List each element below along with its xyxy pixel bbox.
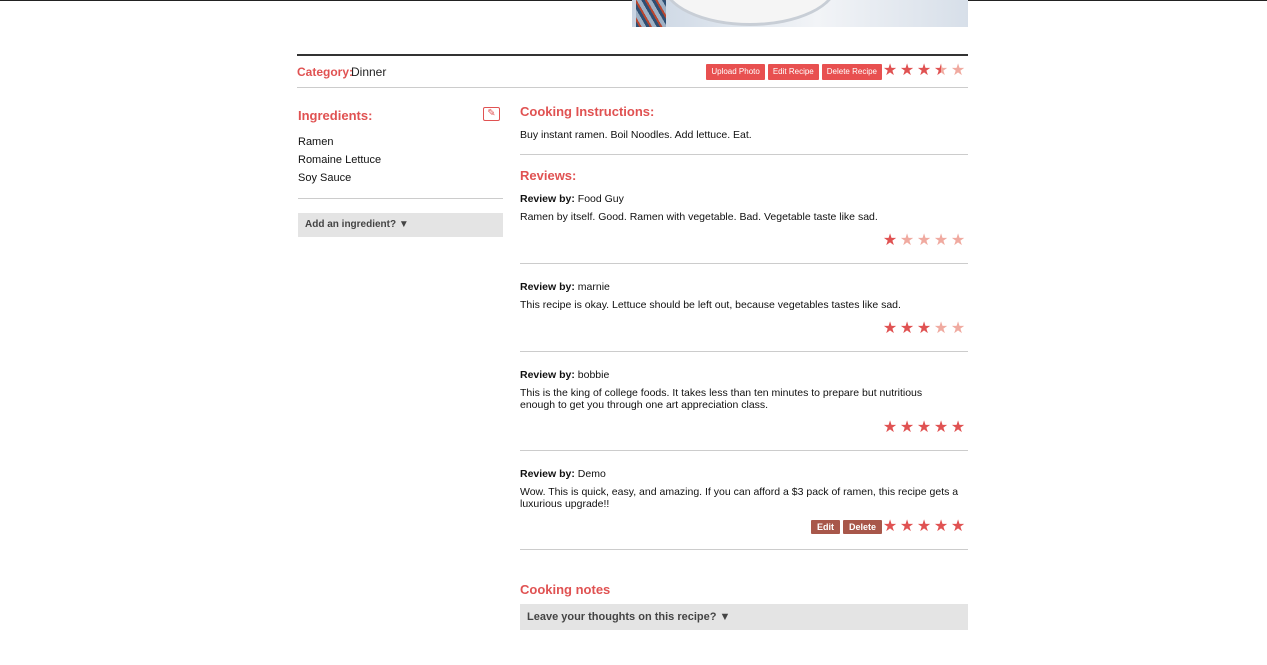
star-icon: ★ [933,518,949,535]
category-row: Category: Dinner Upload Photo Edit Recip… [297,63,968,87]
star-icon: ★ [899,320,915,337]
recipe-rating[interactable]: ★ ★ ★ ★ ★ [882,63,966,79]
review-by-label: Review by: [520,281,575,293]
review-item: Review by: Food Guy Ramen by itself. Goo… [520,193,968,249]
cooking-notes-title: Cooking notes [520,582,611,597]
review-divider [520,549,968,550]
review-item: Review by: Demo Wow. This is quick, easy… [520,468,968,535]
instructions-divider [520,154,968,155]
star-icon[interactable]: ★ [916,63,932,79]
star-icon: ★ [916,518,932,535]
review-author: marnie [577,281,610,293]
review-by-label: Review by: [520,369,575,381]
review-text: This recipe is okay. Lettuce should be l… [520,299,901,311]
review-text: Wow. This is quick, easy, and amazing. I… [520,486,959,510]
review-author: bobbie [577,369,610,381]
add-ingredient-toggle[interactable]: Add an ingredient? ▼ [298,213,503,237]
star-icon: ★ [916,320,932,337]
star-icon: ★ [899,518,915,535]
star-icon: ★ [899,232,915,249]
review-text: Ramen by itself. Good. Ramen with vegeta… [520,211,878,223]
delete-review-button[interactable]: Delete [842,520,882,534]
review-item: Review by: marnie This recipe is okay. L… [520,281,968,337]
review-divider [520,263,968,264]
edit-review-button[interactable]: Edit [810,520,840,534]
delete-recipe-button[interactable]: Delete Recipe [821,64,882,80]
star-icon[interactable]: ★ [882,63,898,79]
reviews-title: Reviews: [520,168,577,183]
cooking-notes-toggle[interactable]: Leave your thoughts on this recipe? ▼ [520,604,968,630]
upload-photo-button[interactable]: Upload Photo [706,64,765,80]
review-rating: ★ ★ ★ ★ ★ [882,519,966,535]
star-icon[interactable]: ★ [899,63,915,79]
star-icon: ★ [916,419,932,436]
recipe-photo [632,0,968,27]
edit-recipe-button[interactable]: Edit Recipe [767,64,819,80]
star-icon: ★ [882,419,898,436]
star-icon: ★ [916,232,932,249]
star-icon: ★ [882,518,898,535]
review-author: Food Guy [577,193,624,205]
review-divider [520,351,968,352]
review-actions: Edit Delete [810,520,882,534]
star-icon: ★ [933,419,949,436]
review-text: This is the king of college foods. It ta… [520,387,923,411]
star-icon: ★ [950,320,966,337]
ingredients-divider [298,198,503,199]
recipe-actions: Upload Photo Edit Recipe Delete Recipe [706,64,882,80]
star-icon: ★ [933,320,949,337]
ingredients-title: Ingredients: [298,108,373,123]
star-icon[interactable]: ★ [933,63,949,79]
instructions-title: Cooking Instructions: [520,104,655,119]
star-icon: ★ [950,518,966,535]
review-divider [520,450,968,451]
ingredient-list: Ramen Romaine Lettuce Soy Sauce [298,135,381,189]
pencil-icon[interactable]: ✎ [483,107,500,121]
ingredient-item: Romaine Lettuce [298,154,382,166]
ingredient-item: Ramen [298,136,334,148]
star-icon[interactable]: ★ [950,63,966,79]
instructions-text: Buy instant ramen. Boil Noodles. Add let… [520,129,752,141]
star-icon: ★ [950,232,966,249]
review-by-label: Review by: [520,193,575,205]
star-icon: ★ [882,232,898,249]
star-icon: ★ [882,320,898,337]
review-rating: ★ ★ ★ ★ ★ [882,321,966,337]
review-item: Review by: bobbie This is the king of co… [520,369,968,436]
category-divider [297,87,968,88]
star-icon: ★ [950,419,966,436]
review-rating: ★ ★ ★ ★ ★ [882,420,966,436]
ingredient-item: Soy Sauce [298,172,352,184]
review-author: Demo [577,468,606,480]
review-rating: ★ ★ ★ ★ ★ [882,233,966,249]
category-label: Category: [297,65,354,79]
category-value: Dinner [351,65,387,79]
star-icon: ★ [933,232,949,249]
review-by-label: Review by: [520,468,575,480]
header-divider [297,54,968,56]
star-icon: ★ [899,419,915,436]
